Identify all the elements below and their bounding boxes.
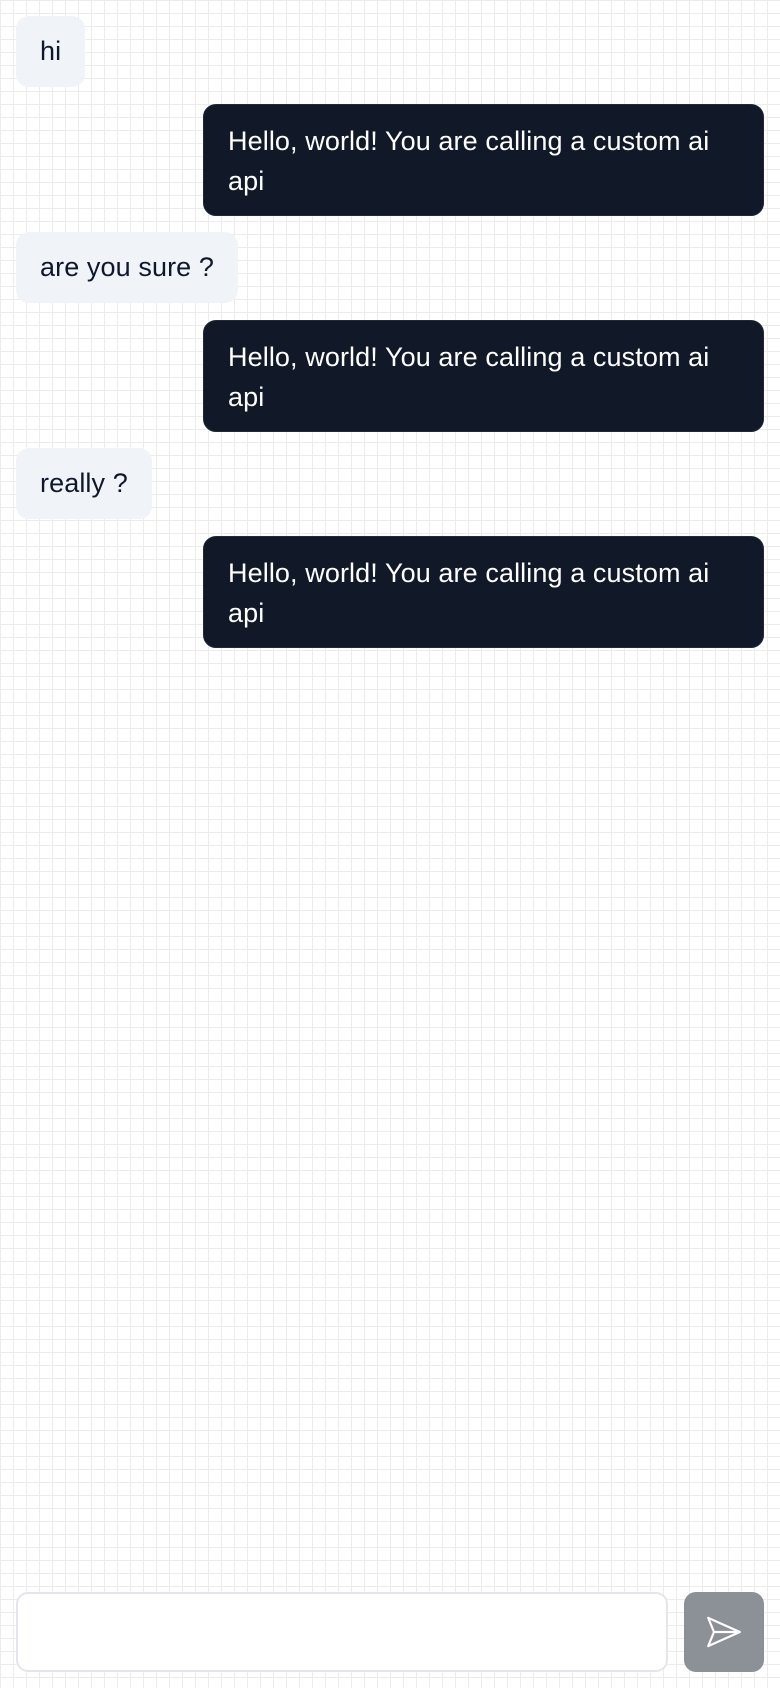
user-message: really ? [16,448,152,519]
send-button[interactable] [684,1592,764,1672]
assistant-message: Hello, world! You are calling a custom a… [203,320,764,432]
assistant-message: Hello, world! You are calling a custom a… [203,536,764,648]
user-message: are you sure ? [16,232,238,303]
user-message: hi [16,16,86,87]
assistant-message: Hello, world! You are calling a custom a… [203,104,764,216]
message-input[interactable] [16,1592,668,1672]
send-icon [707,1616,741,1648]
